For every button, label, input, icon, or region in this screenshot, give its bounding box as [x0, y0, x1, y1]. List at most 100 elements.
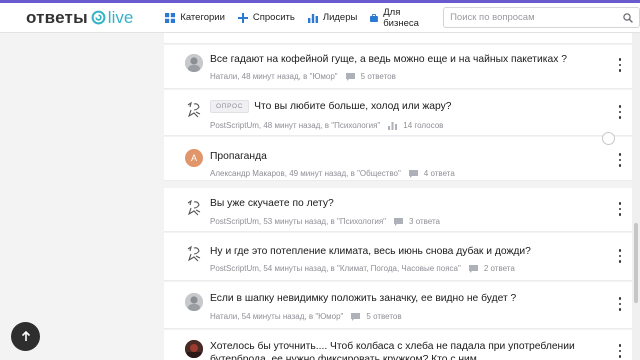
- top-navigation-bar: ответы live Категории Спросить Лидеры Дл…: [0, 0, 640, 33]
- user-photo-icon: [185, 340, 203, 358]
- author-name[interactable]: PostScriptUm: [210, 264, 259, 273]
- author-name[interactable]: PostScriptUm: [210, 121, 259, 130]
- user-avatar[interactable]: [185, 340, 203, 358]
- more-options-icon[interactable]: [617, 297, 623, 311]
- question-card: Вы уже скучаете по лету? PostScriptUm, 5…: [164, 188, 638, 232]
- avatar-letter: А: [190, 153, 197, 163]
- category-link[interactable]: "Юмор": [310, 72, 338, 81]
- answer-count: 3 ответа: [409, 217, 441, 226]
- question-meta: PostScriptUm, 54 минуты назад, в "Климат…: [210, 264, 515, 273]
- answer-count: 5 ответов: [360, 72, 396, 81]
- more-options-icon[interactable]: [617, 58, 623, 72]
- answer-count: 5 ответов: [366, 312, 402, 321]
- author-name[interactable]: Александр Макаров: [210, 169, 285, 178]
- nav-leaders[interactable]: Лидеры: [307, 12, 358, 23]
- category-link[interactable]: "Общество": [357, 169, 401, 178]
- category-link[interactable]: "Психология": [337, 217, 386, 226]
- question-card: Хотелось бы уточнить.... Чтоб колбаса с …: [164, 330, 638, 360]
- logo-text-otvety: ответы: [26, 7, 88, 27]
- user-avatar[interactable]: [185, 293, 203, 311]
- nav-categories-label: Категории: [180, 12, 225, 23]
- sketch-avatar-icon: [187, 101, 201, 118]
- category-link[interactable]: "Климат, Погода, Часовые пояса": [337, 264, 461, 273]
- briefcase-icon: [370, 13, 379, 22]
- more-options-icon[interactable]: [617, 153, 623, 167]
- category-link[interactable]: "Психология": [331, 121, 380, 130]
- question-title[interactable]: Вы уже скучаете по лету?: [210, 198, 334, 209]
- plus-icon: [237, 12, 248, 23]
- comment-icon: [351, 312, 361, 321]
- question-card: А Пропаганда Александр Макаров, 49 минут…: [164, 137, 638, 181]
- question-meta: Александр Макаров, 49 минут назад, в "Об…: [210, 169, 455, 178]
- user-avatar[interactable]: [185, 245, 203, 263]
- question-meta: Натали, 48 минут назад, в "Юмор" 5 ответ…: [210, 72, 396, 81]
- search-input[interactable]: [450, 12, 623, 23]
- logo-text-live: live: [107, 7, 134, 27]
- user-photo-icon: [185, 293, 203, 311]
- sketch-avatar-icon: [187, 245, 201, 262]
- search-box: [443, 7, 640, 28]
- site-logo[interactable]: ответы live: [26, 8, 133, 28]
- question-title[interactable]: Что вы любите больше, холод или жару?: [254, 101, 451, 112]
- question-card: Все гадают на кофейной гуще, а ведь можн…: [164, 45, 638, 89]
- post-time: 48 минут назад: [263, 121, 321, 130]
- post-time: 54 минуты назад: [241, 312, 305, 321]
- question-title[interactable]: Ну и где это потепление климата, весь ию…: [210, 246, 531, 257]
- grid-icon: [165, 12, 176, 23]
- question-feed: Все гадают на кофейной гуще, а ведь можн…: [164, 33, 640, 360]
- question-card: ОПРОС Что вы любите больше, холод или жар…: [164, 90, 638, 136]
- answer-count: 4 ответа: [423, 169, 455, 178]
- more-options-icon[interactable]: [617, 105, 623, 119]
- arrow-up-icon: [21, 331, 30, 341]
- question-title[interactable]: Если в шапку невидимку положить заначку,…: [210, 293, 516, 304]
- page-scrollbar[interactable]: [632, 33, 640, 360]
- loading-spinner-icon: [602, 132, 615, 145]
- post-time: 48 минут назад: [241, 72, 299, 81]
- author-name[interactable]: Натали: [210, 312, 237, 321]
- user-photo-icon: [185, 54, 203, 72]
- user-avatar[interactable]: А: [185, 149, 203, 167]
- nav-ask[interactable]: Спросить: [237, 12, 295, 23]
- question-title[interactable]: Хотелось бы уточнить.... Чтоб колбаса с …: [210, 340, 610, 360]
- post-time: 53 минуты назад: [263, 217, 327, 226]
- user-avatar[interactable]: [185, 199, 203, 217]
- post-time: 49 минут назад: [289, 169, 347, 178]
- nav-ask-label: Спросить: [252, 12, 295, 23]
- comment-icon: [345, 72, 355, 81]
- scroll-to-top-button[interactable]: [11, 322, 40, 351]
- question-title-line[interactable]: ОПРОС Что вы любите больше, холод или жар…: [210, 100, 452, 113]
- poll-badge: ОПРОС: [210, 100, 250, 113]
- question-title[interactable]: Все гадают на кофейной гуще, а ведь можн…: [210, 54, 567, 65]
- comment-icon: [394, 217, 404, 226]
- sketch-avatar-icon: [187, 199, 201, 216]
- user-avatar[interactable]: [185, 101, 203, 119]
- vote-count: 14 голосов: [403, 121, 444, 130]
- nav-categories[interactable]: Категории: [165, 12, 225, 23]
- search-icon[interactable]: [623, 12, 633, 23]
- bar-chart-icon: [388, 121, 398, 130]
- question-title[interactable]: Пропаганда: [210, 151, 267, 162]
- main-nav: Категории Спросить Лидеры Для бизнеса: [165, 7, 440, 29]
- comment-icon: [408, 169, 418, 178]
- more-options-icon[interactable]: [617, 202, 623, 216]
- scrollbar-thumb[interactable]: [634, 223, 638, 303]
- comment-icon: [468, 264, 478, 273]
- category-link[interactable]: "Юмор": [315, 312, 343, 321]
- question-meta: PostScriptUm, 48 минут назад, в "Психоло…: [210, 121, 444, 130]
- question-meta: PostScriptUm, 53 минуты назад, в "Психол…: [210, 217, 441, 226]
- bar-chart-icon: [307, 13, 318, 23]
- logo-swirl-icon: [91, 10, 106, 25]
- author-name[interactable]: Натали: [210, 72, 237, 81]
- question-card: Ну и где это потепление климата, весь ию…: [164, 233, 638, 281]
- question-card-partial: [164, 33, 638, 44]
- nav-business-label: Для бизнеса: [383, 6, 419, 29]
- question-card: Если в шапку невидимку положить заначку,…: [164, 282, 638, 329]
- post-time: 54 минуты назад: [263, 264, 327, 273]
- author-name[interactable]: PostScriptUm: [210, 217, 259, 226]
- more-options-icon[interactable]: [617, 344, 623, 358]
- more-options-icon[interactable]: [617, 249, 623, 263]
- answer-count: 2 ответа: [483, 264, 515, 273]
- nav-business[interactable]: Для бизнеса: [370, 7, 427, 29]
- nav-leaders-label: Лидеры: [322, 12, 358, 23]
- user-avatar[interactable]: [185, 54, 203, 72]
